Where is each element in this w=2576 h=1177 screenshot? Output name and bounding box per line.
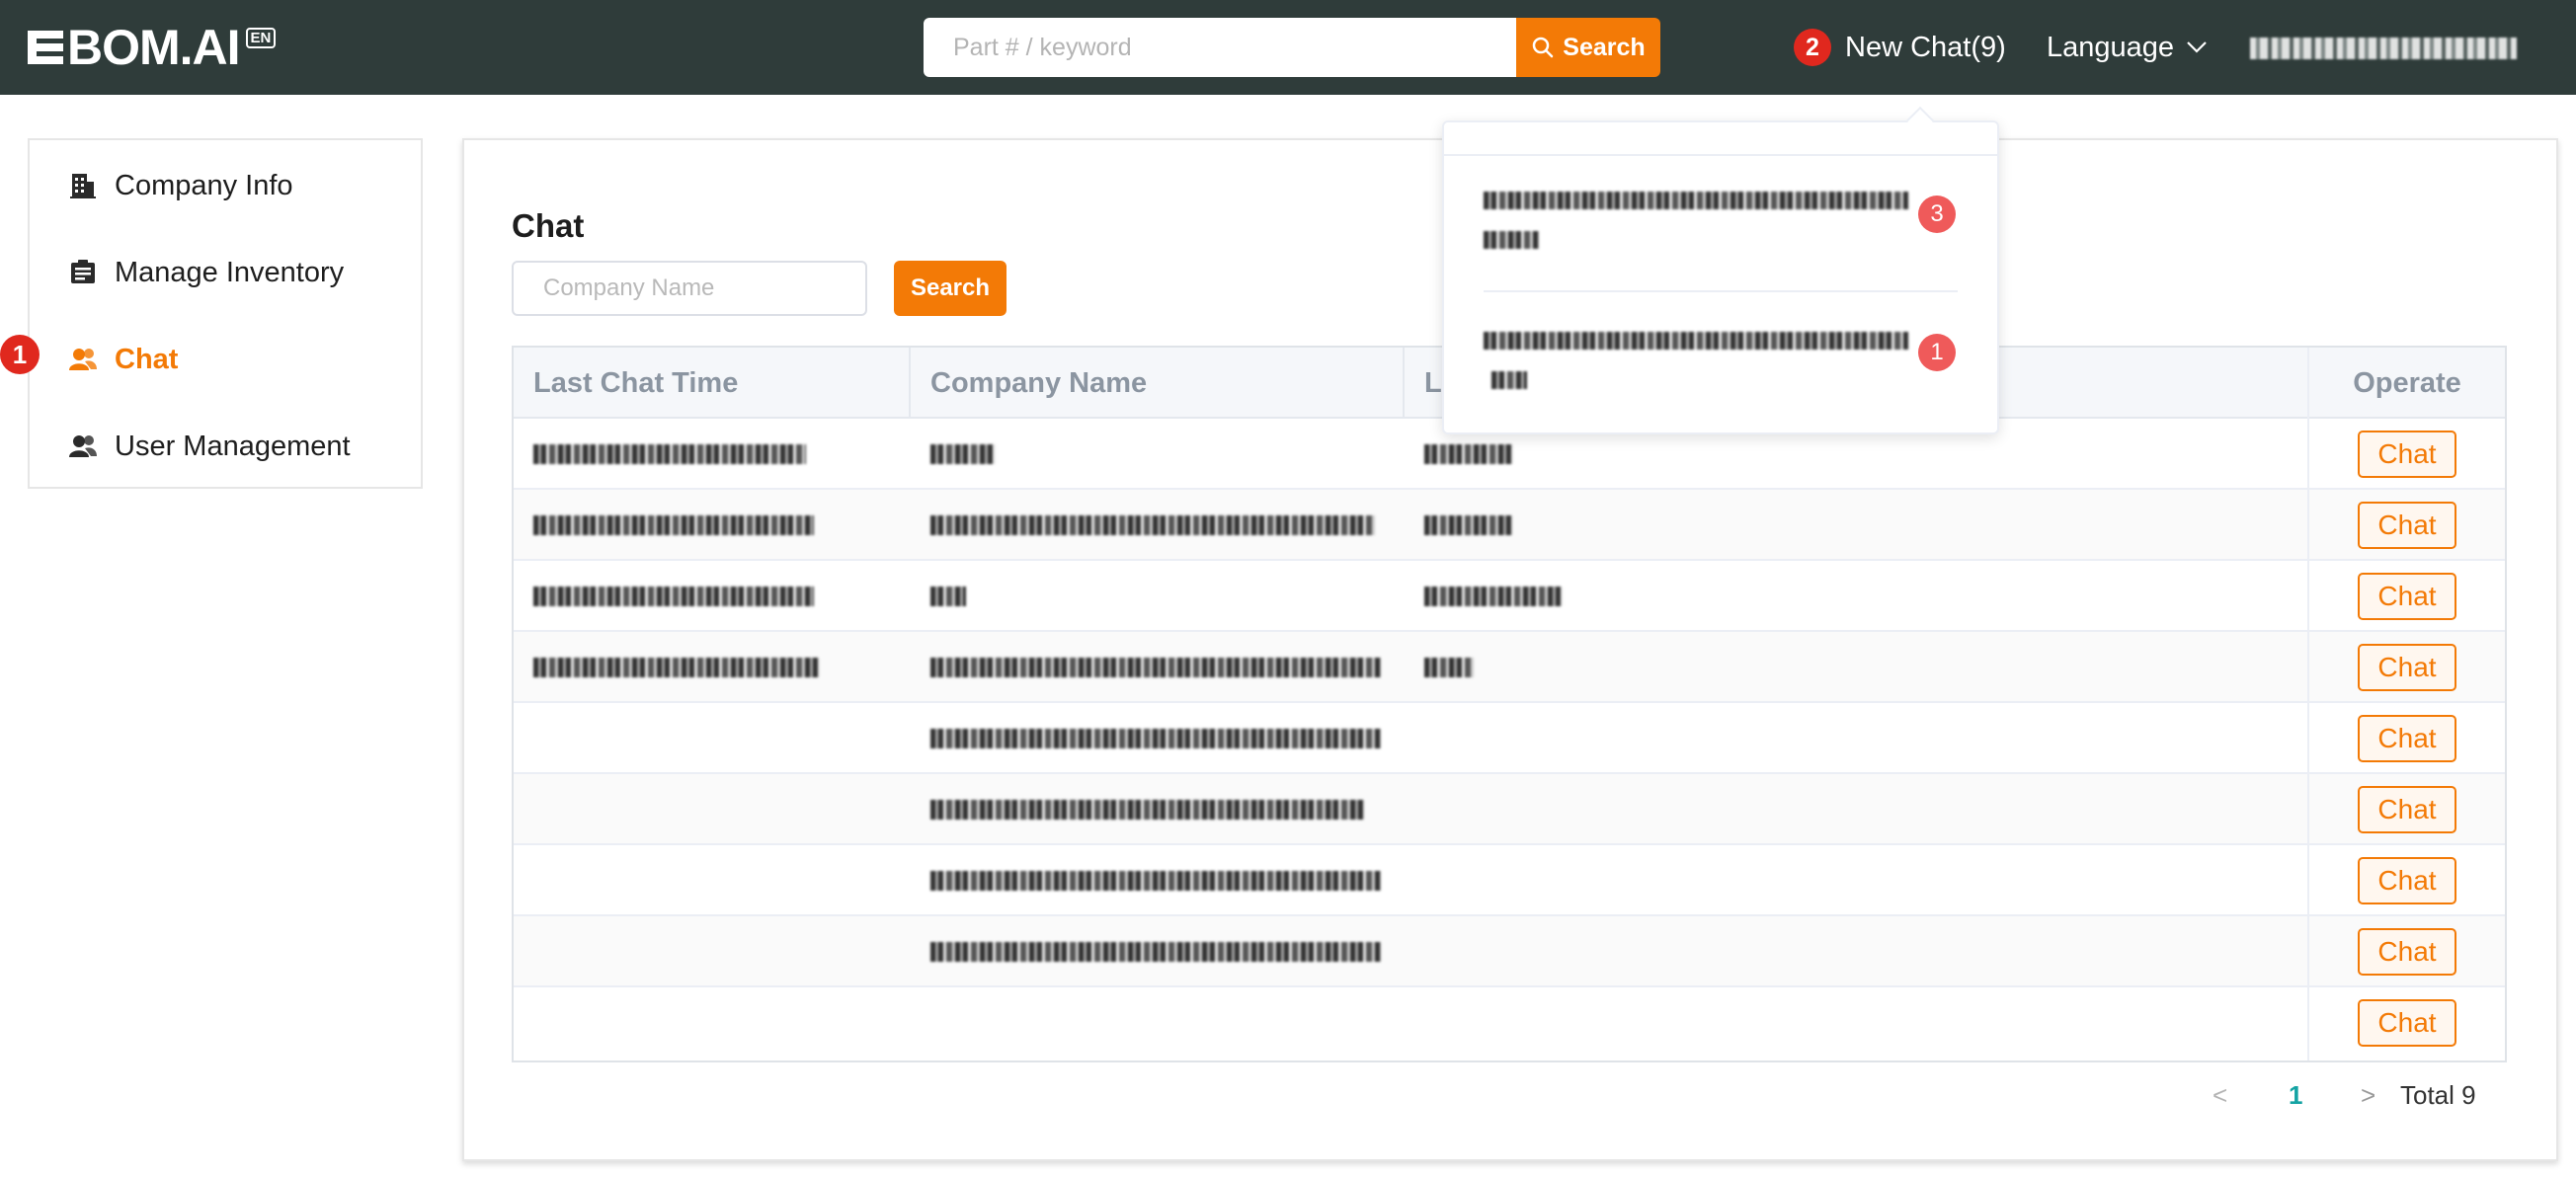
header-search-button[interactable]: Search [1516, 18, 1660, 77]
users-icon [69, 346, 97, 373]
user-icon [69, 432, 97, 460]
logo-text: BOM.AI [67, 20, 241, 75]
cell-company-name [911, 845, 1381, 916]
top-navbar: BOM.AI EN Search 2 New Chat(9) Language [0, 0, 2576, 95]
cell-last-chat-time [514, 490, 814, 561]
table-row [514, 845, 2505, 916]
logo-language-badge: EN [245, 28, 277, 48]
cell-last-message [1405, 490, 1513, 561]
logo-mark-icon [28, 29, 63, 66]
sidebar-item-label: Chat [115, 343, 179, 375]
table-row [514, 632, 2505, 703]
row-chat-button[interactable]: Chat [2358, 786, 2456, 833]
row-chat-button[interactable]: Chat [2358, 502, 2456, 549]
row-chat-button[interactable]: Chat [2358, 715, 2456, 762]
pagination-prev-button[interactable]: < [2213, 1074, 2227, 1116]
step-badge-2: 2 [1794, 29, 1831, 66]
row-chat-button[interactable]: Chat [2358, 573, 2456, 620]
cell-last-chat-time [514, 561, 814, 632]
sidebar-item-manage-inventory[interactable]: Manage Inventory [69, 247, 344, 298]
unread-count-badge: 1 [1918, 334, 1956, 371]
cell-last-message [1405, 632, 1474, 703]
company-name-input[interactable] [512, 261, 867, 316]
company-search-button[interactable]: Search [894, 261, 1006, 316]
pagination-page-1[interactable]: 1 [2289, 1074, 2302, 1116]
pagination-total: Total 9 [2400, 1079, 2476, 1110]
dropdown-chat-item[interactable] [1484, 192, 1958, 271]
search-icon [1533, 37, 1554, 58]
column-company-name[interactable]: Company Name [911, 348, 1403, 419]
table-row [514, 916, 2505, 987]
cell-last-chat-time [514, 419, 806, 490]
row-chat-button[interactable]: Chat [2358, 928, 2456, 976]
part-search-input[interactable] [924, 18, 1516, 77]
column-operate: Operate [2353, 366, 2461, 399]
cell-last-message [1405, 561, 1563, 632]
new-chat-label: New Chat(9) [1845, 31, 2006, 63]
sidebar-item-label: User Management [115, 430, 351, 462]
cell-company-name [911, 419, 996, 490]
header-search-label: Search [1563, 33, 1646, 61]
page-title: Chat [512, 207, 585, 244]
cell-company-name [911, 703, 1381, 774]
chevron-down-icon [2187, 41, 2207, 53]
pagination-next-button[interactable]: > [2361, 1074, 2375, 1116]
sidebar-item-label: Company Info [115, 169, 293, 201]
building-icon [69, 172, 97, 199]
cell-last-chat-time [514, 632, 820, 703]
language-label: Language [2047, 31, 2175, 63]
cell-company-name [911, 774, 1365, 845]
sidebar-item-user-management[interactable]: User Management [69, 421, 351, 472]
new-chat-dropdown: 3 1 [1442, 120, 1999, 434]
sidebar-item-chat[interactable]: Chat [69, 334, 178, 385]
cell-company-name [911, 561, 966, 632]
table-row [514, 561, 2505, 632]
account-name-redacted[interactable] [2250, 38, 2517, 59]
table-row [514, 774, 2505, 845]
language-menu[interactable]: Language [2047, 24, 2208, 71]
cell-company-name [911, 632, 1381, 703]
chat-table: Last Chat Time Company Name L Operate Ch… [512, 346, 2507, 1062]
table-row [514, 490, 2505, 561]
row-chat-button[interactable]: Chat [2358, 999, 2456, 1047]
sidebar-item-company-info[interactable]: Company Info [69, 160, 293, 211]
row-chat-button[interactable]: Chat [2358, 644, 2456, 691]
dropdown-chat-item[interactable] [1484, 332, 1958, 411]
bom-ai-logo[interactable]: BOM.AI EN [28, 20, 277, 75]
column-last-chat-time[interactable]: Last Chat Time [514, 348, 909, 419]
step-badge-1: 1 [0, 335, 40, 374]
sidebar-item-label: Manage Inventory [115, 256, 345, 288]
cell-company-name [911, 490, 1375, 561]
row-chat-button[interactable]: Chat [2358, 431, 2456, 478]
table-row [514, 703, 2505, 774]
inventory-icon [69, 259, 97, 286]
cell-company-name [911, 916, 1381, 987]
unread-count-badge: 3 [1918, 196, 1956, 233]
row-chat-button[interactable]: Chat [2358, 857, 2456, 904]
table-row [514, 987, 2505, 1059]
new-chat-menu[interactable]: 2 New Chat(9) [1794, 24, 2006, 71]
